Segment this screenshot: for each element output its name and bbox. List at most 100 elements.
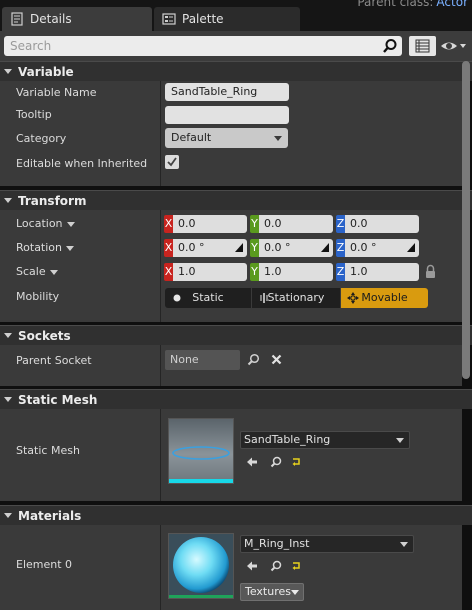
section-title-static-mesh: Static Mesh	[18, 392, 98, 407]
chevron-down-icon	[291, 590, 299, 595]
search-icon[interactable]	[382, 38, 398, 54]
search-icon[interactable]	[247, 353, 260, 366]
parent-class-link[interactable]: Actor	[436, 0, 468, 9]
chevron-down-icon	[396, 438, 404, 443]
tab-palette-label: Palette	[182, 12, 224, 26]
tooltip-label: Tooltip	[16, 108, 52, 121]
scale-y-field[interactable]: 1.0	[259, 263, 333, 281]
spin-handle-icon[interactable]	[407, 243, 415, 252]
static-mesh-thumbnail[interactable]	[168, 418, 234, 484]
axis-z-tag: Z	[336, 263, 345, 281]
clear-icon[interactable]	[271, 354, 282, 365]
scale-z-field[interactable]: 1.0	[345, 263, 419, 281]
section-title-variable: Variable	[18, 64, 74, 79]
parent-class-info: Parent class: Actor	[357, 0, 468, 9]
textures-dropdown-button[interactable]: Textures	[240, 583, 304, 601]
section-header-sockets[interactable]: Sockets	[0, 325, 472, 345]
column-divider	[160, 345, 161, 386]
search-input[interactable]	[4, 36, 374, 56]
reset-to-default-icon[interactable]	[290, 456, 302, 468]
axis-y-tag: Y	[250, 263, 259, 281]
variable-name-label: Variable Name	[16, 86, 97, 99]
chevron-down-icon	[66, 221, 75, 227]
grid-view-icon	[415, 39, 430, 53]
tooltip-field[interactable]	[165, 106, 289, 124]
axis-x-tag: X	[164, 215, 173, 233]
spin-handle-icon[interactable]	[235, 243, 243, 252]
variable-name-field[interactable]: SandTable_Ring	[165, 83, 289, 101]
mobility-label: Mobility	[16, 290, 60, 303]
use-selected-arrow-icon[interactable]	[246, 456, 258, 468]
column-divider	[160, 210, 161, 322]
spin-handle-icon[interactable]	[321, 243, 329, 252]
axis-z-tag: Z	[336, 215, 345, 233]
axis-y-tag: Y	[250, 239, 259, 257]
column-divider	[160, 525, 161, 610]
element-0-label: Element 0	[16, 558, 73, 571]
rotation-x-field[interactable]: 0.0 °	[173, 239, 247, 257]
location-label[interactable]: Location	[16, 217, 75, 230]
scrollbar-thumb[interactable]	[462, 61, 470, 379]
section-header-transform[interactable]: Transform	[0, 190, 472, 210]
tab-details[interactable]: Details	[2, 7, 152, 31]
section-title-materials: Materials	[18, 508, 82, 523]
section-title-transform: Transform	[18, 193, 87, 208]
rotation-z-field[interactable]: 0.0 °	[345, 239, 419, 257]
column-divider	[160, 409, 161, 501]
chevron-down-icon	[49, 269, 58, 275]
axis-x-tag: X	[164, 239, 173, 257]
tab-bar: Parent class: Actor Details Palette	[0, 0, 472, 31]
parent-socket-label: Parent Socket	[16, 354, 92, 367]
category-dropdown[interactable]: Default	[165, 128, 288, 148]
scale-x-field[interactable]: 1.0	[173, 263, 247, 281]
collapse-arrow-icon	[4, 513, 12, 518]
tab-palette[interactable]: Palette	[154, 7, 300, 31]
mobility-static-option[interactable]: Static	[165, 288, 251, 308]
section-header-materials[interactable]: Materials	[0, 505, 472, 525]
axis-z-tag: Z	[336, 239, 345, 257]
use-selected-arrow-icon[interactable]	[246, 560, 258, 572]
static-mesh-asset-dropdown[interactable]: SandTable_Ring	[240, 431, 410, 449]
section-header-static-mesh[interactable]: Static Mesh	[0, 389, 472, 409]
chevron-down-icon	[274, 136, 282, 141]
location-x-field[interactable]: 0.0	[173, 215, 247, 233]
category-label: Category	[16, 132, 67, 145]
collapse-arrow-icon	[4, 333, 12, 338]
chevron-down-icon	[400, 542, 408, 547]
mobility-stationary-option[interactable]: Stationary	[252, 288, 340, 308]
category-value: Default	[171, 131, 212, 144]
browse-search-icon[interactable]	[270, 560, 282, 572]
eye-icon	[441, 42, 466, 50]
mobility-movable-option[interactable]: Movable	[341, 288, 428, 308]
location-y-field[interactable]: 0.0	[259, 215, 333, 233]
editable-when-inherited-checkbox[interactable]	[165, 155, 179, 169]
palette-icon	[162, 13, 176, 25]
collapse-arrow-icon	[4, 198, 12, 203]
browse-search-icon[interactable]	[270, 456, 282, 468]
view-options-button[interactable]	[409, 36, 436, 56]
editable-when-inherited-label: Editable when Inherited	[16, 157, 148, 170]
lock-icon[interactable]	[425, 264, 436, 279]
parent-class-label: Parent class:	[357, 0, 434, 9]
search-row	[0, 31, 472, 61]
details-icon	[11, 12, 23, 26]
material-asset-dropdown[interactable]: M_Ring_Inst	[240, 535, 414, 553]
mesh-preview-image	[169, 419, 233, 483]
material-thumbnail[interactable]	[168, 533, 234, 599]
location-z-field[interactable]: 0.0	[345, 215, 419, 233]
parent-socket-field[interactable]: None	[165, 350, 240, 370]
reset-to-default-icon[interactable]	[290, 560, 302, 572]
static-mesh-label: Static Mesh	[16, 444, 80, 457]
material-sphere-preview	[169, 534, 233, 598]
collapse-arrow-icon	[4, 397, 12, 402]
section-header-variable[interactable]: Variable	[0, 61, 472, 81]
checkmark-icon	[167, 157, 177, 167]
section-title-sockets: Sockets	[18, 328, 71, 343]
visibility-filter-button[interactable]	[438, 36, 468, 56]
column-divider	[160, 81, 161, 186]
tab-details-label: Details	[30, 12, 72, 26]
collapse-arrow-icon	[4, 69, 12, 74]
rotation-y-field[interactable]: 0.0 °	[259, 239, 333, 257]
rotation-label[interactable]: Rotation	[16, 241, 75, 254]
scale-label[interactable]: Scale	[16, 265, 58, 278]
